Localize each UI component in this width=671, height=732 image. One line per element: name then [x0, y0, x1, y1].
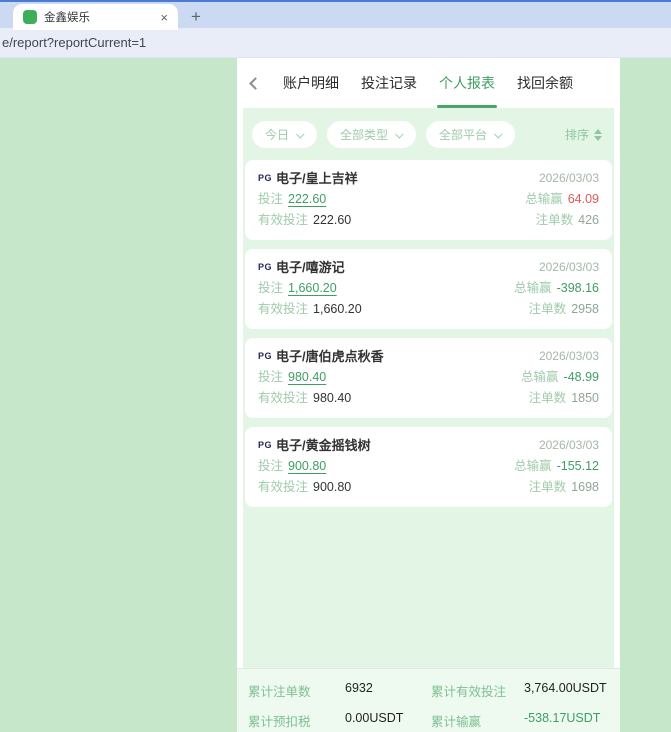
valid-bet-value: 900.80	[313, 480, 352, 494]
chevron-down-icon	[494, 129, 503, 139]
game-name: 电子/唐伯虎点秋香	[276, 349, 384, 364]
card-date: 2026/03/03	[538, 438, 599, 452]
site-favicon	[23, 10, 37, 24]
winloss-value: -155.12	[556, 459, 599, 473]
bet-amount-link[interactable]: 222.60	[288, 190, 326, 209]
winloss-label: 总输赢	[525, 192, 563, 206]
summary-value: 3,764.00USDT	[524, 681, 607, 695]
address-bar[interactable]: e/report?reportCurrent=1	[0, 28, 671, 58]
bet-count-label: 注单数	[528, 480, 567, 494]
report-nav: 账户明细 投注记录 个人报表 找回余额	[237, 58, 620, 108]
winloss-label: 总输赢	[514, 459, 552, 473]
report-card[interactable]: PG 电子/唐伯虎点秋香 2026/03/03 投注 980.40 总输赢 -4…	[245, 338, 612, 418]
bet-count-label: 注单数	[528, 391, 567, 405]
bet-amount-link[interactable]: 980.40	[288, 368, 326, 387]
bet-label: 投注	[258, 370, 284, 384]
card-date: 2026/03/03	[538, 260, 599, 274]
bet-amount-link[interactable]: 1,660.20	[288, 279, 337, 298]
winloss-value: -398.16	[556, 281, 599, 295]
filter-type-label: 全部类型	[340, 128, 389, 142]
filter-row: 今日 全部类型 全部平台 排序	[245, 108, 612, 160]
bet-count-value: 426	[578, 213, 599, 227]
report-card-list: PG 电子/皇上吉祥 2026/03/03 投注 222.60 总输赢 64.0…	[245, 160, 612, 516]
summary-label: 累计输赢	[431, 715, 482, 729]
valid-bet-label: 有效投注	[258, 213, 309, 227]
valid-bet-label: 有效投注	[258, 480, 309, 494]
summary-bar: 累计注单数 6932 累计有效投注 3,764.00USDT 累计预扣税 0.0…	[237, 668, 620, 732]
report-body: 今日 全部类型 全部平台 排序 PG 电子/皇上吉祥 2026/03/03 投注…	[243, 108, 614, 668]
valid-bet-label: 有效投注	[258, 391, 309, 405]
browser-tab-bar: 金鑫娱乐 × +	[0, 0, 671, 30]
chevron-left-icon	[249, 76, 262, 90]
report-card[interactable]: PG 电子/皇上吉祥 2026/03/03 投注 222.60 总输赢 64.0…	[245, 160, 612, 240]
bet-label: 投注	[258, 281, 284, 295]
filter-date[interactable]: 今日	[252, 121, 318, 148]
chevron-down-icon	[395, 129, 404, 139]
bet-count-label: 注单数	[535, 213, 574, 227]
bet-label: 投注	[258, 192, 284, 206]
summary-value: 6932	[345, 681, 373, 695]
bet-count-value: 1850	[571, 391, 599, 405]
winloss-value: -48.99	[563, 370, 599, 384]
bet-label: 投注	[258, 459, 284, 473]
valid-bet-label: 有效投注	[258, 302, 309, 316]
report-card[interactable]: PG 电子/嘻游记 2026/03/03 投注 1,660.20 总输赢 -39…	[245, 249, 612, 329]
report-panel: 账户明细 投注记录 个人报表 找回余额 今日 全部类型 全部平台 排序 PG 电…	[237, 58, 620, 732]
tab-bet-records[interactable]: 投注记录	[350, 58, 428, 108]
summary-value: 0.00USDT	[345, 711, 404, 725]
report-card[interactable]: PG 电子/黄金摇钱树 2026/03/03 投注 900.80 总输赢 -15…	[245, 427, 612, 507]
summary-value: -538.17USDT	[524, 711, 601, 725]
valid-bet-value: 980.40	[313, 391, 352, 405]
bet-count-value: 2958	[571, 302, 599, 316]
game-name: 电子/皇上吉祥	[276, 171, 358, 186]
winloss-label: 总输赢	[514, 281, 552, 295]
summary-label: 累计注单数	[248, 685, 311, 699]
sort-label: 排序	[564, 128, 589, 142]
game-name: 电子/嘻游记	[276, 260, 345, 275]
chevron-down-icon	[296, 129, 305, 139]
summary-label: 累计有效投注	[431, 685, 507, 699]
bet-amount-link[interactable]: 900.80	[288, 457, 326, 476]
filter-date-label: 今日	[265, 128, 290, 142]
tab-retrieve-balance[interactable]: 找回余额	[506, 58, 584, 108]
tab-account-detail[interactable]: 账户明细	[272, 58, 350, 108]
back-button[interactable]	[249, 58, 262, 108]
tab-personal-report[interactable]: 个人报表	[428, 58, 506, 108]
filter-platform-label: 全部平台	[439, 128, 488, 142]
tab-title: 金鑫娱乐	[44, 12, 90, 24]
sort-arrows-icon	[594, 128, 602, 141]
provider-logo: PG	[258, 262, 273, 272]
summary-label: 累计预扣税	[248, 715, 311, 729]
new-tab-button[interactable]: +	[183, 4, 209, 30]
card-date: 2026/03/03	[538, 171, 599, 185]
bet-count-label: 注单数	[528, 302, 567, 316]
browser-tab[interactable]: 金鑫娱乐 ×	[13, 4, 178, 30]
provider-logo: PG	[258, 173, 273, 183]
bet-count-value: 1698	[571, 480, 599, 494]
card-date: 2026/03/03	[538, 349, 599, 363]
game-name: 电子/黄金摇钱树	[276, 438, 371, 453]
provider-logo: PG	[258, 351, 273, 361]
provider-logo: PG	[258, 440, 273, 450]
winloss-value: 64.09	[567, 192, 599, 206]
filter-platform[interactable]: 全部平台	[426, 121, 516, 148]
sort-button[interactable]: 排序	[565, 126, 605, 143]
valid-bet-value: 1,660.20	[313, 302, 362, 316]
valid-bet-value: 222.60	[313, 213, 352, 227]
filter-type[interactable]: 全部类型	[327, 121, 417, 148]
winloss-label: 总输赢	[521, 370, 559, 384]
url-text: e/report?reportCurrent=1	[2, 35, 147, 50]
tab-close-icon[interactable]: ×	[158, 11, 170, 24]
